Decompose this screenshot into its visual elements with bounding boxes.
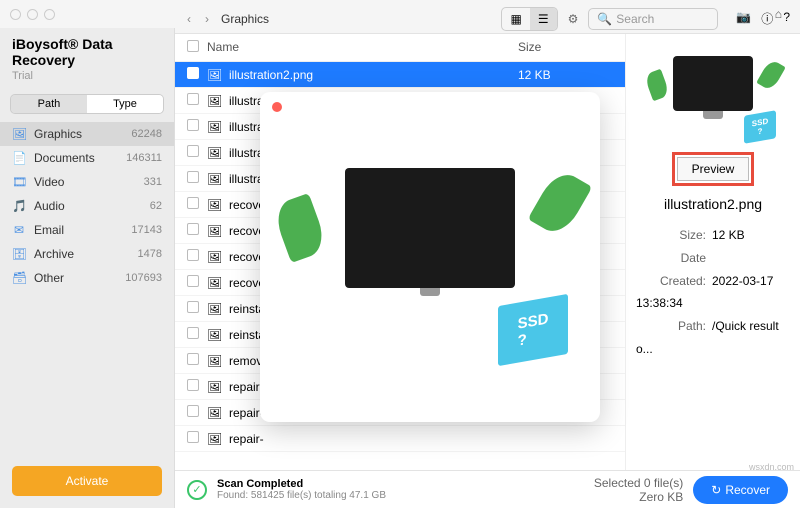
breadcrumb: Graphics [221,12,269,26]
row-checkbox[interactable] [187,119,199,131]
row-checkbox[interactable] [187,145,199,157]
category-audio[interactable]: 🎵Audio62 [0,194,174,218]
topbar: ‹ › Graphics ▦ ☰ ⚙ 🔍 Search 📷 ⓘ ? [175,4,800,34]
preview-button[interactable]: Preview [677,157,750,181]
selected-count: Selected 0 file(s) [594,476,683,490]
sidebar-tabs: Path Type [10,94,164,114]
tab-type[interactable]: Type [87,95,163,113]
max-dot[interactable] [44,9,55,20]
info-icon[interactable]: ⓘ [761,10,773,27]
category-other[interactable]: 🗃Other107693 [0,266,174,290]
detail-panel: SSD? Preview illustration2.png Size:12 K… [625,34,800,470]
grid-view-icon[interactable]: ▦ [502,8,529,30]
col-name[interactable]: Name [207,40,518,55]
row-checkbox[interactable] [187,223,199,235]
select-all-checkbox[interactable] [187,40,199,52]
close-dot[interactable] [10,9,21,20]
min-dot[interactable] [27,9,38,20]
filter-icon[interactable]: ⚙ [568,12,579,26]
thumbnail: SSD? [658,56,768,136]
scan-complete-icon: ✓ [187,480,207,500]
row-checkbox[interactable] [187,93,199,105]
watermark: wsxdn.com [749,462,794,472]
tab-path[interactable]: Path [11,95,87,113]
row-checkbox[interactable] [187,301,199,313]
selected-size: Zero KB [594,490,683,504]
detail-filename: illustration2.png [636,196,790,212]
category-video[interactable]: 🎞Video331 [0,170,174,194]
row-checkbox[interactable] [187,405,199,417]
camera-icon[interactable]: 📷 [736,10,751,27]
category-graphics[interactable]: 🖼Graphics62248 [0,122,174,146]
popup-close-dot[interactable] [272,102,282,112]
row-checkbox[interactable] [187,171,199,183]
row-checkbox[interactable] [187,275,199,287]
search-icon: 🔍 [597,12,612,26]
row-checkbox[interactable] [187,353,199,365]
row-checkbox[interactable] [187,379,199,391]
row-checkbox[interactable] [187,327,199,339]
col-size[interactable]: Size [518,40,628,55]
back-button[interactable]: ‹ [185,12,193,26]
search-input[interactable]: 🔍 Search [588,8,718,30]
category-documents[interactable]: 📄Documents146311 [0,146,174,170]
detail-meta: Size:12 KB Date Created:2022-03-17 13:38… [636,224,790,361]
scan-sub: Found: 581425 file(s) totaling 47.1 GB [217,490,386,501]
row-checkbox[interactable] [187,249,199,261]
footer: ✓ Scan Completed Found: 581425 file(s) t… [175,470,800,508]
app-edition: Trial [0,70,174,90]
view-toggle: ▦ ☰ [501,7,557,31]
category-email[interactable]: ✉Email17143 [0,218,174,242]
row-checkbox[interactable] [187,67,199,79]
list-view-icon[interactable]: ☰ [530,8,557,30]
help-icon[interactable]: ? [783,10,790,27]
recover-button[interactable]: ↻ Recover [693,476,788,504]
category-archive[interactable]: 🗄Archive1478 [0,242,174,266]
preview-popup[interactable]: SSD? [260,92,600,422]
app-name: iBoysoft® Data Recovery [0,28,174,70]
sidebar: iBoysoft® Data Recovery Trial Path Type … [0,28,175,508]
scan-title: Scan Completed [217,478,386,490]
row-checkbox[interactable] [187,431,199,443]
row-checkbox[interactable] [187,197,199,209]
forward-button[interactable]: › [203,12,211,26]
preview-highlight: Preview [672,152,755,186]
activate-button[interactable]: Activate [12,466,162,496]
